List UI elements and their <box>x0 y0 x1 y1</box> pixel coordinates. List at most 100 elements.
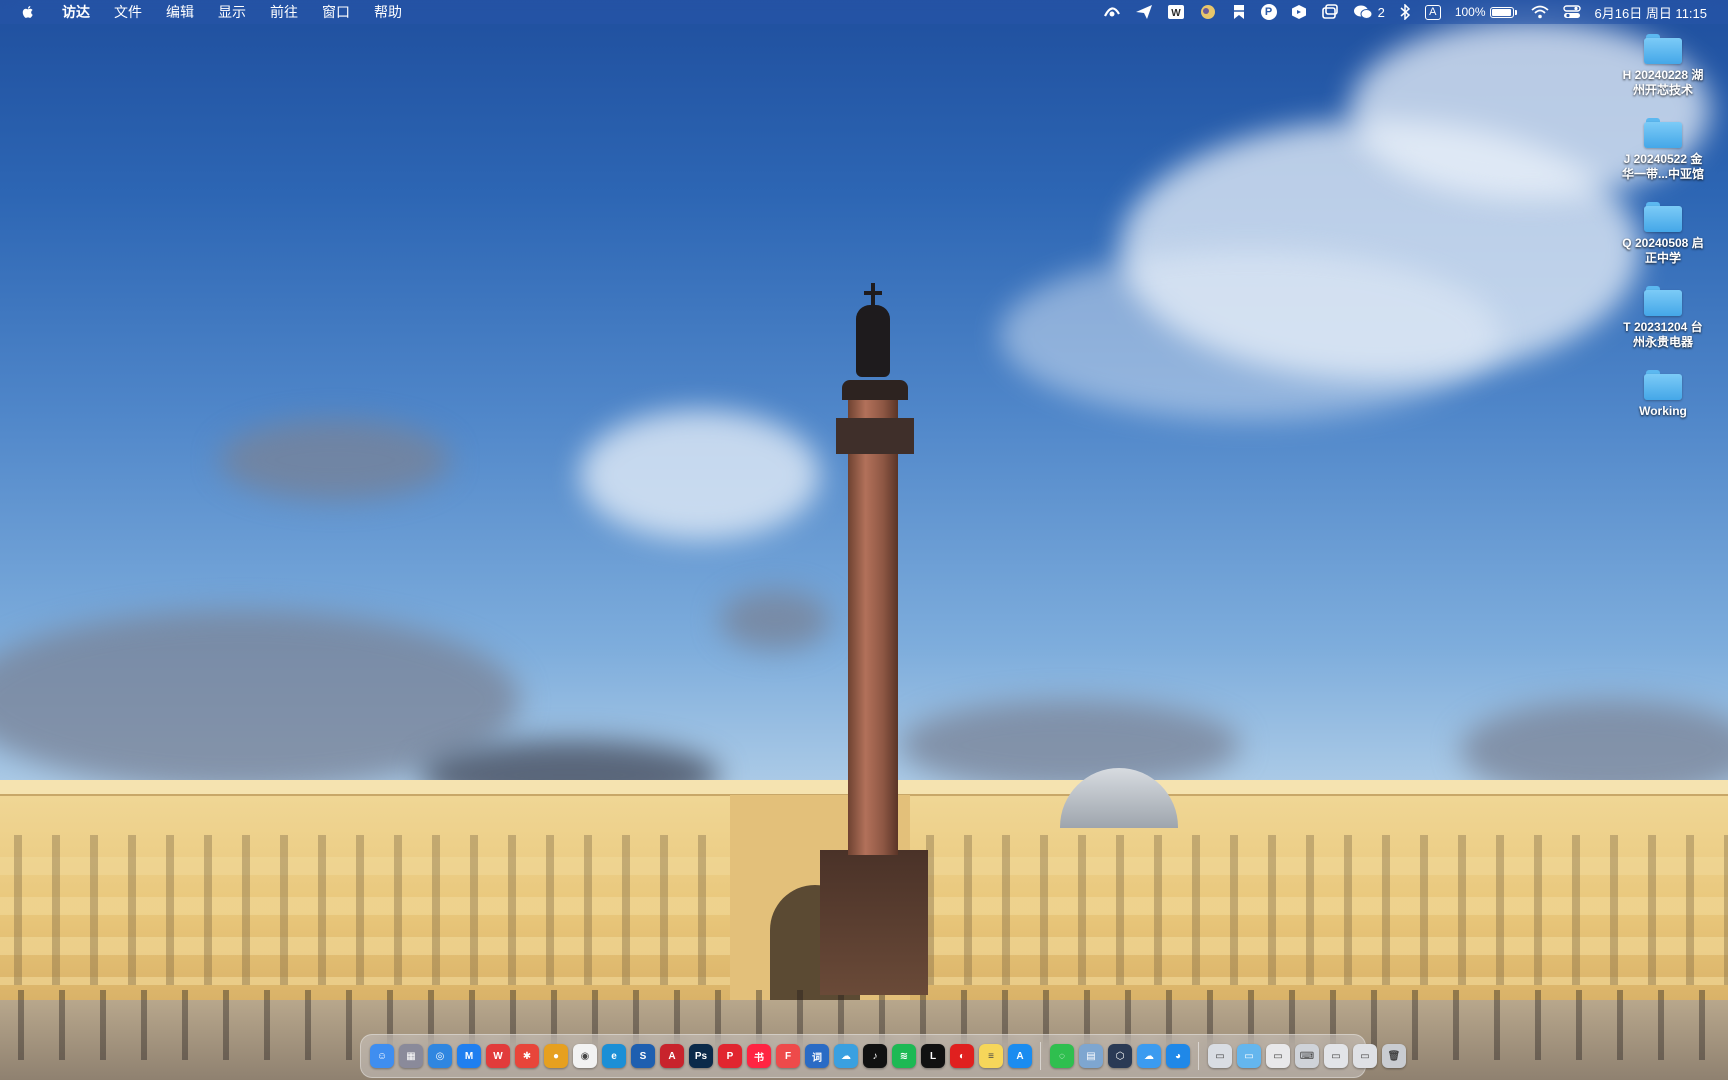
cross <box>864 291 882 295</box>
label-line: 州永贵电器 <box>1632 335 1693 349</box>
menu-edit[interactable]: 编辑 <box>154 0 206 24</box>
desktop-folder-h[interactable]: H 20240228 湖 州开芯技术 <box>1598 34 1728 98</box>
lanhu-icon[interactable]: M <box>457 1044 481 1068</box>
xmind-icon[interactable]: ✱ <box>515 1044 539 1068</box>
scrypt-icon[interactable]: S <box>631 1044 655 1068</box>
wechat-icon <box>1353 5 1373 19</box>
label-line: Q 20240508 启 <box>1622 236 1704 250</box>
hexagon-app-icon[interactable]: ⬡ <box>1108 1044 1132 1068</box>
menu-bar-left: 访达 文件 编辑 显示 前往 窗口 帮助 <box>0 0 414 24</box>
desktop-folder-label: Q 20240508 启 正中学 <box>1608 236 1718 266</box>
wechat-count: 2 <box>1377 4 1385 20</box>
dict-icon[interactable]: 词 <box>805 1044 829 1068</box>
tiktok-icon[interactable]: ♪ <box>863 1044 887 1068</box>
apple-menu-icon[interactable] <box>20 4 36 20</box>
trash-icon[interactable]: 🗑 <box>1382 1044 1406 1068</box>
wechat-status[interactable]: 2 <box>1353 0 1385 24</box>
downloads-stack-icon[interactable]: ▭ <box>1208 1044 1232 1068</box>
wallpaper-cloud <box>220 420 450 500</box>
desktop-folder-t[interactable]: T 20231204 台 州永贵电器 <box>1598 286 1728 350</box>
keyboard-stack-icon[interactable]: ⌨ <box>1295 1044 1319 1068</box>
column-capital <box>836 418 914 454</box>
label-line: 州开芯技术 <box>1632 83 1693 97</box>
desktop-folder-label: J 20240522 金 华一带...中亚馆 <box>1608 152 1718 182</box>
input-method[interactable]: A <box>1424 0 1441 24</box>
folder-stack-icon[interactable]: ▭ <box>1237 1044 1261 1068</box>
menu-view[interactable]: 显示 <box>206 0 258 24</box>
edge-icon[interactable]: e <box>602 1044 626 1068</box>
wechat-icon[interactable]: ◌ <box>1050 1044 1074 1068</box>
menu-bar-status: W P 2 A 100% 6月16日 周日 11:15 <box>1096 0 1728 24</box>
acrobat-icon[interactable]: A <box>660 1044 684 1068</box>
menu-go[interactable]: 前往 <box>258 0 310 24</box>
shield-icon[interactable] <box>1291 0 1307 24</box>
menu-app-name[interactable]: 访达 <box>50 0 102 24</box>
wallpaper-cloud <box>720 590 830 650</box>
globe-icon[interactable] <box>1199 0 1217 24</box>
desktop-folder-j[interactable]: J 20240522 金 华一带...中亚馆 <box>1598 118 1728 182</box>
cloud-drive-icon[interactable]: ☁ <box>834 1044 858 1068</box>
p-icon[interactable]: P <box>1260 0 1277 24</box>
desktop-folder-label: T 20231204 台 州永贵电器 <box>1608 320 1718 350</box>
folder-icon <box>1644 370 1682 400</box>
wps-icon[interactable]: W <box>1167 0 1185 24</box>
input-method-label: A <box>1424 4 1441 20</box>
screenshots-stack-icon[interactable]: ▭ <box>1353 1044 1377 1068</box>
desktop-folder-label: H 20240228 湖 州开芯技术 <box>1608 68 1718 98</box>
app-store-icon[interactable]: A <box>1008 1044 1032 1068</box>
battery-status[interactable]: 100% <box>1455 0 1517 24</box>
wallpaper-cloud <box>580 410 820 540</box>
cross <box>871 283 875 313</box>
preview-icon[interactable]: ▤ <box>1079 1044 1103 1068</box>
angel-statue <box>856 305 890 377</box>
drive-icon[interactable] <box>1103 0 1121 24</box>
wallpaper-cloud <box>900 700 1240 790</box>
menu-file[interactable]: 文件 <box>102 0 154 24</box>
wps-icon[interactable]: W <box>486 1044 510 1068</box>
files-stack-icon[interactable]: ▭ <box>1324 1044 1348 1068</box>
documents-stack-icon[interactable]: ▭ <box>1266 1044 1290 1068</box>
send-icon[interactable] <box>1135 0 1153 24</box>
desktop-folder-q[interactable]: Q 20240508 启 正中学 <box>1598 202 1728 266</box>
netease-music-icon[interactable]: ◐ <box>950 1044 974 1068</box>
battery-tip <box>1514 9 1517 15</box>
label-line: J 20240522 金 <box>1623 152 1703 166</box>
bookmark-icon[interactable] <box>1231 0 1247 24</box>
clock[interactable]: 6月16日 周日 11:15 <box>1595 0 1707 24</box>
chrome-icon[interactable]: ◉ <box>573 1044 597 1068</box>
color-wheel-icon[interactable]: ● <box>544 1044 568 1068</box>
fonts-icon[interactable]: F <box>776 1044 800 1068</box>
menu-window[interactable]: 窗口 <box>310 0 362 24</box>
baidu-netdisk-icon[interactable]: ☁ <box>1137 1044 1161 1068</box>
notes-icon[interactable]: ≡ <box>979 1044 1003 1068</box>
qq-browser-icon[interactable]: ◕ <box>1166 1044 1190 1068</box>
label-line: H 20240228 湖 <box>1622 68 1704 82</box>
spotify-icon[interactable]: ≋ <box>892 1044 916 1068</box>
photoshop-icon[interactable]: Ps <box>689 1044 713 1068</box>
label-line: 华一带...中亚馆 <box>1621 167 1704 181</box>
wallpaper-cloud <box>1000 250 1500 420</box>
dock-separator <box>1040 1042 1041 1070</box>
menu-bar: 访达 文件 编辑 显示 前往 窗口 帮助 W P 2 A 100% 6月16日 … <box>0 0 1728 24</box>
pinterest-icon[interactable]: P <box>718 1044 742 1068</box>
dock-separator <box>1198 1042 1199 1070</box>
launchpad-icon[interactable]: ▦ <box>399 1044 423 1068</box>
safari-icon[interactable]: ◎ <box>428 1044 452 1068</box>
folder-icon <box>1644 118 1682 148</box>
desktop-wallpaper <box>0 0 1728 1080</box>
xiaohongshu-icon[interactable]: 书 <box>747 1044 771 1068</box>
desktop-folder-working[interactable]: Working <box>1598 370 1728 419</box>
folder-icon <box>1644 286 1682 316</box>
l-app-icon[interactable]: L <box>921 1044 945 1068</box>
finder-icon[interactable]: ☺ <box>370 1044 394 1068</box>
menu-help[interactable]: 帮助 <box>362 0 414 24</box>
dock: ☺ ▦ ◎ M W ✱ ● ◉ e S A Ps P 书 F 词 ☁ ♪ ≋ L ◐ ≡ A ◌ ▤ ⬡ ☁ ◕ ▭ ▭ ▭ ⌨ ▭ ▭ 🗑 <box>360 1034 1406 1078</box>
control-center-icon[interactable] <box>1562 0 1581 24</box>
svg-text:W: W <box>1171 8 1181 19</box>
folder-icon <box>1644 202 1682 232</box>
bluetooth-icon[interactable] <box>1399 0 1411 24</box>
column-top <box>842 380 908 400</box>
window-icon[interactable] <box>1321 0 1339 24</box>
alexander-column <box>848 385 898 855</box>
wifi-icon[interactable] <box>1530 0 1549 24</box>
